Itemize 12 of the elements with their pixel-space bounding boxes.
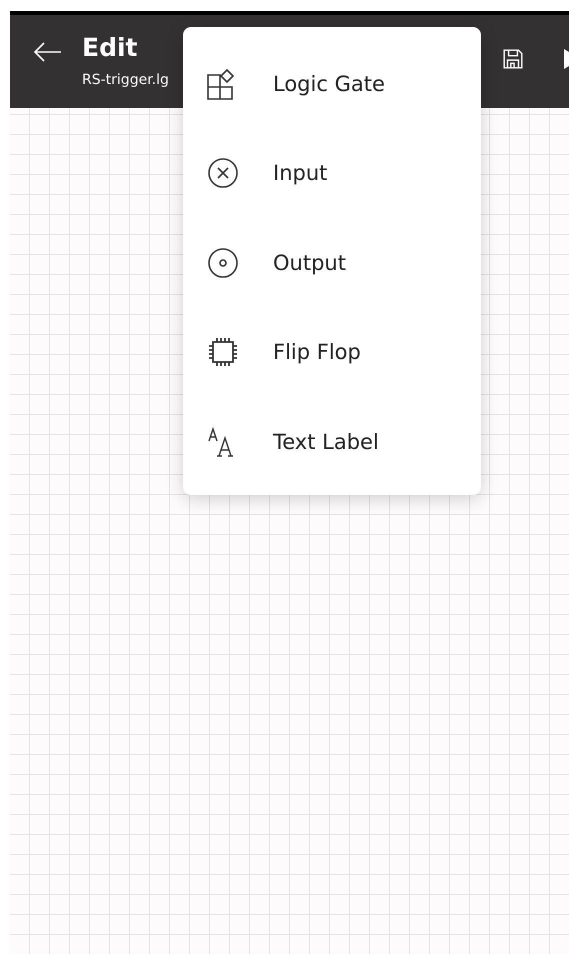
menu-item[interactable]: Flip Flop	[183, 308, 481, 397]
back-arrow-icon[interactable]	[34, 42, 62, 62]
menu-item[interactable]: Input	[183, 128, 481, 218]
page-title: Edit	[82, 33, 138, 62]
circle-dot-icon	[207, 246, 239, 279]
file-name: RS-trigger.lg	[82, 72, 169, 88]
chip-icon	[207, 336, 239, 368]
menu-item[interactable]: Text Label	[183, 397, 481, 486]
menu-item[interactable]: Output	[183, 218, 481, 308]
save-icon[interactable]	[502, 48, 524, 70]
circle-x-icon	[207, 157, 239, 190]
menu-item[interactable]: Logic Gate	[183, 39, 481, 128]
